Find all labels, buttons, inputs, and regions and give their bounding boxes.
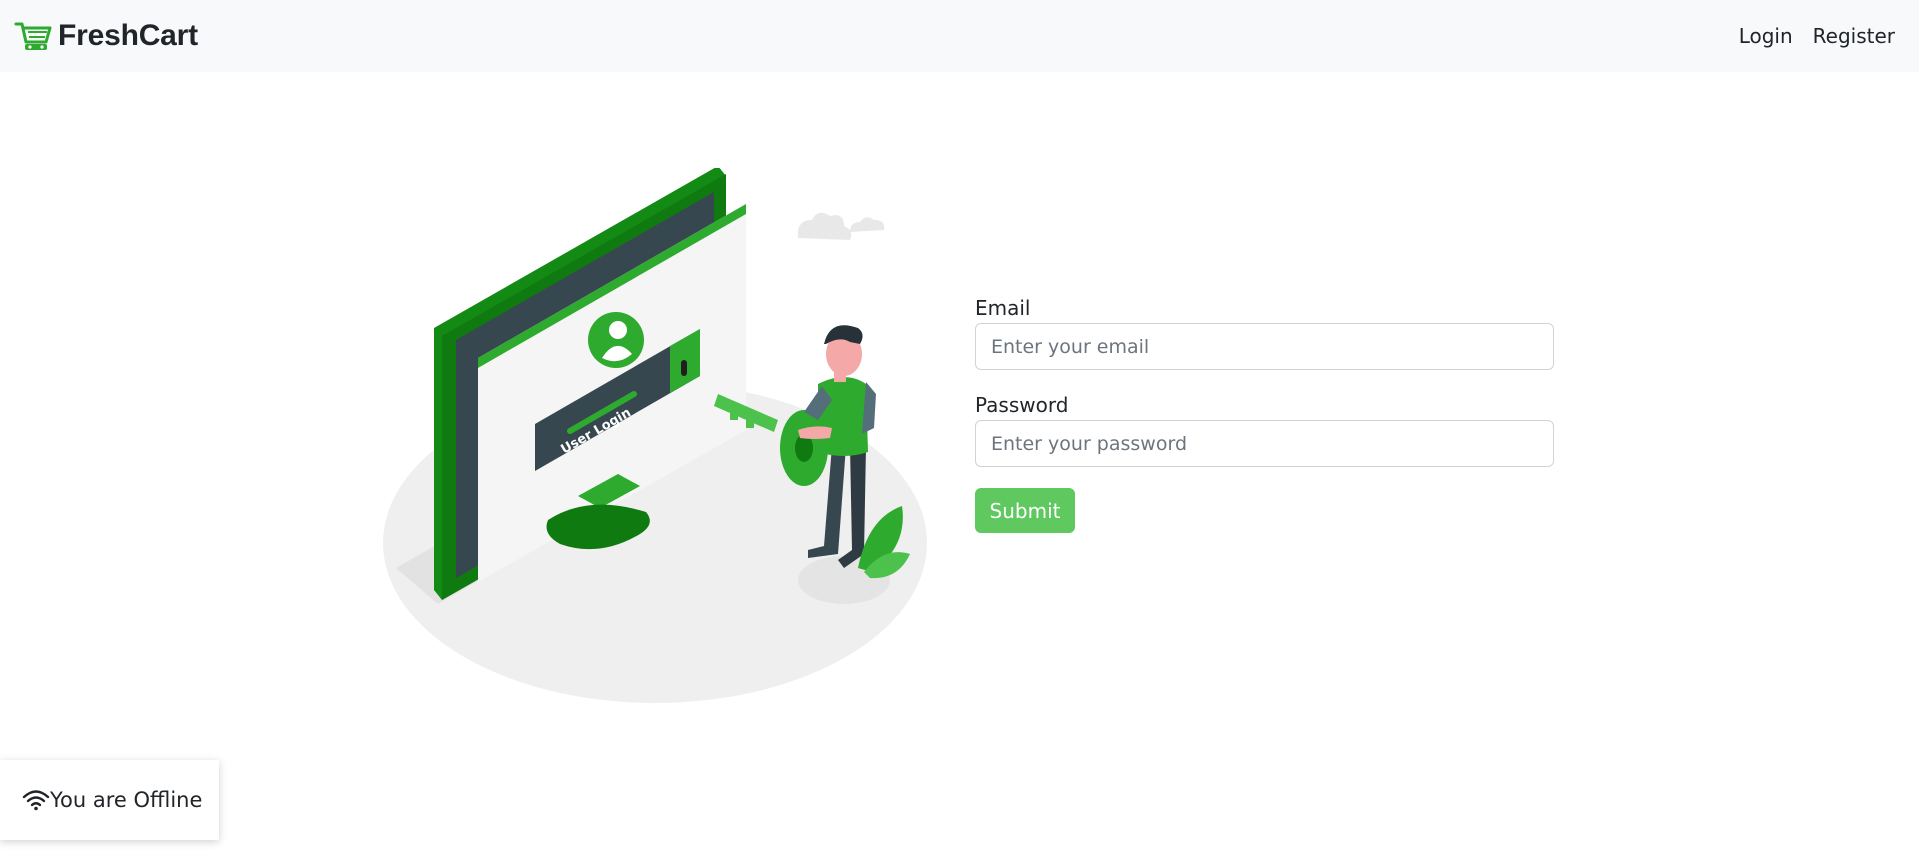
login-link[interactable]: Login [1739, 24, 1793, 48]
offline-message: You are Offline [50, 788, 203, 812]
password-label: Password [975, 393, 1069, 417]
offline-status-toast: You are Offline [0, 760, 219, 840]
password-group: Password [975, 393, 1554, 467]
brand-logo[interactable]: FreshCart [14, 18, 198, 54]
brand-name: FreshCart [58, 19, 198, 52]
email-field[interactable] [975, 323, 1554, 370]
login-illustration: User Login [378, 166, 938, 708]
wifi-icon [22, 788, 50, 812]
nav-links: Login Register [1739, 24, 1895, 48]
register-link[interactable]: Register [1813, 24, 1895, 48]
email-label: Email [975, 296, 1031, 320]
password-field[interactable] [975, 420, 1554, 467]
submit-button[interactable]: Submit [975, 488, 1075, 533]
email-group: Email [975, 296, 1554, 370]
login-form: Email Password Submit [975, 296, 1554, 533]
navbar: FreshCart Login Register [0, 0, 1919, 72]
cart-icon [14, 18, 54, 54]
